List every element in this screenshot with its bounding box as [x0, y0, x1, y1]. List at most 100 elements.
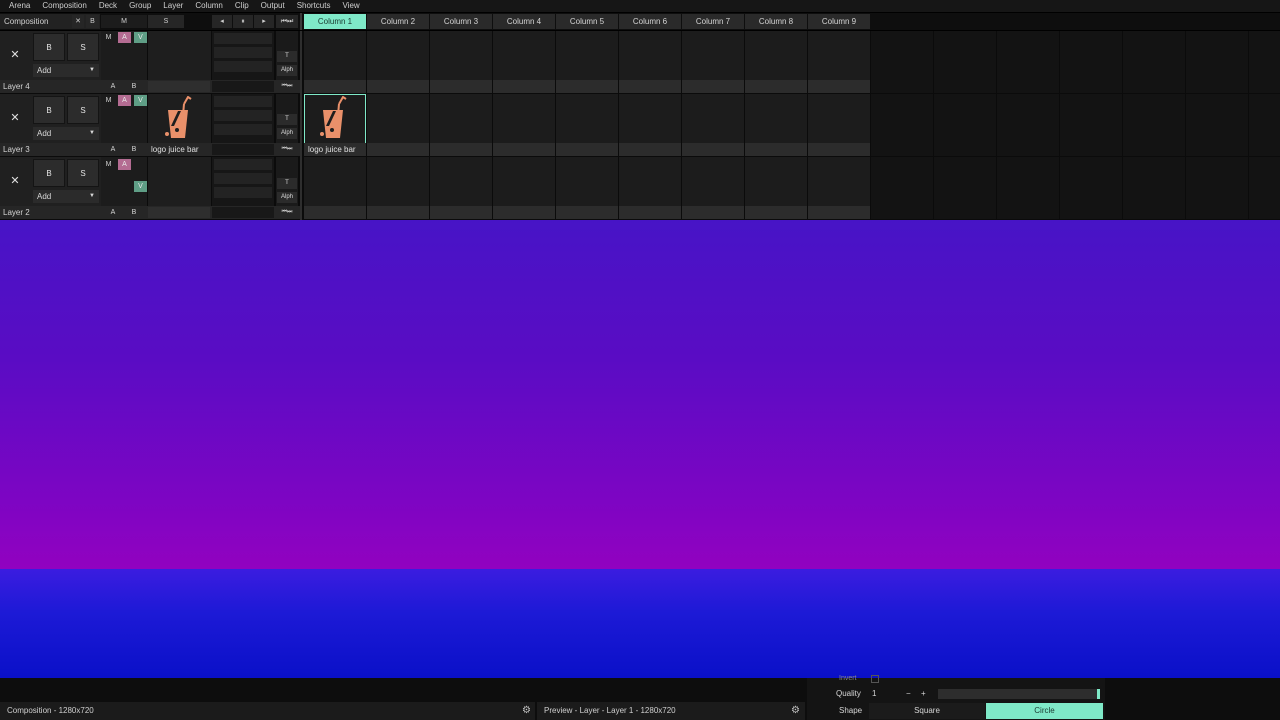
layer-fader-area[interactable]: [212, 94, 274, 143]
menu-output[interactable]: Output: [255, 0, 291, 12]
column-9-header[interactable]: Column 9: [808, 14, 870, 29]
empty-slot[interactable]: [997, 94, 1059, 156]
empty-slot[interactable]: [1060, 94, 1122, 156]
layer-thumbnail[interactable]: [148, 94, 211, 143]
clip-slot[interactable]: [808, 157, 870, 219]
clip-slot[interactable]: [745, 31, 807, 93]
layer-thumbnail[interactable]: [148, 157, 211, 206]
clip-slot[interactable]: [619, 157, 681, 219]
clip-slot[interactable]: [556, 157, 618, 219]
pause-icon[interactable]: ⏸: [233, 15, 253, 28]
empty-slot[interactable]: [997, 157, 1059, 219]
empty-slot[interactable]: [997, 31, 1059, 93]
clip-slot[interactable]: [682, 157, 744, 219]
empty-slot[interactable]: [934, 94, 996, 156]
menu-clip[interactable]: Clip: [229, 0, 255, 12]
clip-slot[interactable]: [367, 157, 429, 219]
quality-decrement-button[interactable]: −: [906, 689, 911, 698]
add-dropdown[interactable]: Add ▼: [33, 190, 99, 203]
empty-slot[interactable]: [934, 157, 996, 219]
menu-composition[interactable]: Composition: [36, 0, 92, 12]
layer-name[interactable]: Layer 4: [3, 80, 30, 93]
composition-solo-button[interactable]: S: [148, 15, 184, 28]
layer-skip-icon[interactable]: ⏮⏭: [277, 206, 297, 219]
gear-icon[interactable]: ⚙: [791, 702, 800, 720]
alpha-button[interactable]: Alph: [277, 128, 297, 139]
column-7-header[interactable]: Column 7: [682, 14, 744, 29]
clip-slot[interactable]: [493, 31, 555, 93]
layer-solo-button[interactable]: S: [67, 159, 99, 187]
clip-slot[interactable]: [682, 31, 744, 93]
clip-slot[interactable]: [304, 31, 366, 93]
mute-tag[interactable]: M: [102, 95, 115, 106]
next-column-icon[interactable]: ▸: [254, 15, 274, 28]
menu-group[interactable]: Group: [123, 0, 157, 12]
clip-slot[interactable]: [367, 94, 429, 156]
clip-slot[interactable]: [493, 157, 555, 219]
crossfader-b[interactable]: B: [127, 206, 141, 219]
clip-slot[interactable]: [745, 94, 807, 156]
empty-slot[interactable]: [934, 31, 996, 93]
empty-slot[interactable]: [871, 94, 933, 156]
layer-bypass-button[interactable]: B: [33, 96, 65, 124]
alpha-button[interactable]: Alph: [277, 192, 297, 203]
prev-column-icon[interactable]: ◂: [212, 15, 232, 28]
menu-view[interactable]: View: [336, 0, 365, 12]
clip-slot[interactable]: [430, 94, 492, 156]
column-5-header[interactable]: Column 5: [556, 14, 618, 29]
empty-slot[interactable]: [871, 31, 933, 93]
clip-slot[interactable]: [619, 31, 681, 93]
clip-slot[interactable]: [304, 157, 366, 219]
empty-slot[interactable]: [1186, 157, 1248, 219]
layer-bypass-button[interactable]: B: [33, 33, 65, 61]
empty-slot[interactable]: [1186, 31, 1248, 93]
empty-slot[interactable]: [871, 157, 933, 219]
column-1-header[interactable]: Column 1: [304, 14, 366, 29]
layer-bypass-button[interactable]: B: [33, 159, 65, 187]
layer-name[interactable]: Layer 2: [3, 206, 30, 219]
crossfader-a[interactable]: A: [106, 206, 120, 219]
column-4-header[interactable]: Column 4: [493, 14, 555, 29]
composition-mute-button[interactable]: M: [101, 15, 147, 28]
clip-slot[interactable]: [367, 31, 429, 93]
menu-arena[interactable]: Arena: [3, 0, 36, 12]
audio-tag[interactable]: A: [118, 32, 131, 43]
transition-t-button[interactable]: T: [277, 178, 297, 189]
layer-clear-icon[interactable]: ✕: [3, 45, 27, 65]
menu-column[interactable]: Column: [189, 0, 229, 12]
quality-slider[interactable]: [938, 689, 1100, 699]
layer-solo-button[interactable]: S: [67, 33, 99, 61]
menu-shortcuts[interactable]: Shortcuts: [291, 0, 337, 12]
quality-increment-button[interactable]: +: [921, 689, 926, 698]
crossfader-b[interactable]: B: [127, 80, 141, 93]
layer-fader-area[interactable]: [212, 157, 274, 206]
clip-slot[interactable]: [808, 31, 870, 93]
composition-clear-button[interactable]: ✕: [72, 15, 84, 28]
transition-t-button[interactable]: T: [277, 51, 297, 62]
menu-deck[interactable]: Deck: [93, 0, 123, 12]
layer-clear-icon[interactable]: ✕: [3, 171, 27, 191]
mute-tag[interactable]: M: [102, 32, 115, 43]
add-dropdown[interactable]: Add ▼: [33, 64, 99, 77]
column-8-header[interactable]: Column 8: [745, 14, 807, 29]
skip-icon[interactable]: ⏮⏭: [276, 15, 298, 28]
slider-handle[interactable]: [1097, 689, 1100, 699]
add-dropdown[interactable]: Add ▼: [33, 127, 99, 140]
audio-tag[interactable]: A: [118, 159, 131, 170]
clip-slot[interactable]: [808, 94, 870, 156]
clip-slot[interactable]: [493, 94, 555, 156]
clip-slot[interactable]: [619, 94, 681, 156]
layer-fader-area[interactable]: [212, 31, 274, 80]
layer-thumbnail[interactable]: [148, 31, 211, 80]
layer-name[interactable]: Layer 3: [3, 143, 30, 156]
crossfader-b[interactable]: B: [127, 143, 141, 156]
clip-slot[interactable]: [430, 31, 492, 93]
empty-slot[interactable]: [1249, 157, 1280, 219]
crossfader-a[interactable]: A: [106, 143, 120, 156]
empty-slot[interactable]: [1249, 31, 1280, 93]
empty-slot[interactable]: [1060, 157, 1122, 219]
gear-icon[interactable]: ⚙: [522, 702, 531, 720]
clip-slot[interactable]: [682, 94, 744, 156]
shape-square-button[interactable]: Square: [869, 703, 985, 719]
clip-slot[interactable]: [745, 157, 807, 219]
